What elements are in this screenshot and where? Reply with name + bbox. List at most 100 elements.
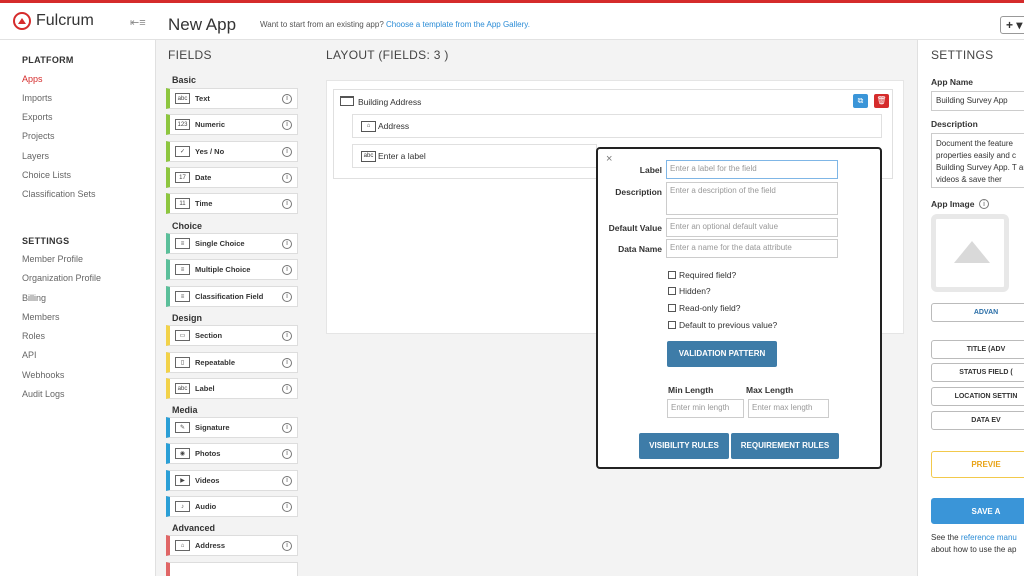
field-type-time[interactable]: 11 Time i	[166, 193, 298, 214]
info-icon[interactable]: i	[282, 291, 292, 302]
default-value-input[interactable]: Enter an optional default value	[666, 218, 838, 237]
fulcrum-logo[interactable]: Fulcrum	[13, 12, 94, 30]
info-icon[interactable]: i	[282, 383, 292, 394]
info-icon[interactable]: i	[282, 198, 292, 209]
default-value-label: Default Value	[608, 223, 662, 233]
text-field-row[interactable]: abc Enter a label	[352, 144, 597, 168]
info-icon[interactable]: i	[282, 357, 292, 368]
brand-name: Fulcrum	[36, 12, 94, 29]
max-length-label: Max Length	[746, 385, 794, 395]
preview-button[interactable]: PREVIE	[931, 451, 1024, 478]
checkbox-box[interactable]	[668, 321, 676, 329]
info-icon[interactable]: i	[282, 475, 292, 486]
info-icon[interactable]: i	[282, 448, 292, 459]
label-input[interactable]: Enter a label for the field	[666, 160, 838, 179]
field-type-text[interactable]: abc Text i	[166, 88, 298, 109]
title-advanced-button[interactable]: TITLE (ADV	[931, 340, 1024, 359]
info-icon[interactable]: i	[282, 119, 292, 130]
default-previous-checkbox[interactable]: Default to previous value?	[668, 320, 777, 330]
field-type-repeatable[interactable]: ▯ Repeatable i	[166, 352, 298, 373]
sidebar-item-roles[interactable]: Roles	[22, 331, 45, 341]
camera-icon: ◉	[175, 448, 190, 459]
checkbox-box[interactable]	[668, 271, 676, 279]
description-label: Description	[931, 119, 978, 129]
collapse-sidebar-icon[interactable]: ⇤≡	[130, 16, 146, 29]
field-type-label: Signature	[195, 423, 230, 432]
advanced-button[interactable]: ADVAN	[931, 303, 1024, 322]
app-gallery-link[interactable]: Choose a template from the App Gallery.	[386, 20, 530, 29]
info-icon[interactable]: i	[282, 172, 292, 183]
info-icon[interactable]: i	[282, 501, 292, 512]
sidebar-item-organization-profile[interactable]: Organization Profile	[22, 273, 101, 283]
sidebar-item-billing[interactable]: Billing	[22, 293, 46, 303]
sidebar-item-projects[interactable]: Projects	[22, 131, 55, 141]
duplicate-button[interactable]: ⧉	[853, 94, 868, 108]
info-icon[interactable]: i	[282, 238, 292, 249]
field-type-address[interactable]: ⌂ Address i	[166, 535, 298, 556]
field-type-numeric[interactable]: 123 Numeric i	[166, 114, 298, 135]
sidebar-item-api[interactable]: API	[22, 350, 37, 360]
field-type-label[interactable]: abc Label i	[166, 378, 298, 399]
requirement-rules-button[interactable]: REQUIREMENT RULES	[731, 433, 839, 459]
sidebar-item-members[interactable]: Members	[22, 312, 60, 322]
field-type-label: Numeric	[195, 120, 226, 129]
sidebar-item-apps[interactable]: Apps	[22, 74, 43, 84]
sidebar-item-choice-lists[interactable]: Choice Lists	[22, 170, 71, 180]
field-type-multiple-choice[interactable]: ≡ Multiple Choice i	[166, 259, 298, 280]
field-type-label: Label	[195, 384, 215, 393]
info-icon[interactable]: i	[979, 199, 989, 209]
app-image-upload[interactable]	[931, 214, 1009, 292]
close-icon[interactable]: ×	[606, 153, 612, 165]
field-type-next[interactable]	[166, 562, 298, 576]
add-menu-button[interactable]: + ▾	[1000, 16, 1024, 34]
info-icon[interactable]: i	[282, 422, 292, 433]
app-name-input[interactable]: Building Survey App	[931, 91, 1024, 111]
field-type-videos[interactable]: ▶ Videos i	[166, 470, 298, 491]
folder-icon	[340, 96, 354, 106]
info-icon[interactable]: i	[282, 146, 292, 157]
description-input[interactable]: Enter a description of the field	[666, 182, 838, 215]
address-field-row[interactable]: ⌂ Address	[352, 114, 882, 138]
visibility-rules-button[interactable]: VISIBILITY RULES	[639, 433, 729, 459]
field-label: Address	[378, 121, 410, 131]
gallery-prompt: Want to start from an existing app? Choo…	[260, 20, 530, 29]
reference-manual-link[interactable]: reference manu	[961, 533, 1017, 542]
save-app-button[interactable]: SAVE A	[931, 498, 1024, 524]
data-name-label: Data Name	[618, 244, 662, 254]
data-name-input[interactable]: Enter a name for the data attribute	[666, 239, 838, 258]
info-icon[interactable]: i	[282, 540, 292, 551]
read-only-checkbox[interactable]: Read-only field?	[668, 303, 740, 313]
info-icon[interactable]: i	[282, 330, 292, 341]
sidebar-item-member-profile[interactable]: Member Profile	[22, 254, 83, 264]
validation-pattern-button[interactable]: VALIDATION PATTERN	[667, 341, 777, 367]
max-length-input[interactable]: Enter max length	[748, 399, 829, 418]
delete-button[interactable]: 🗑	[874, 94, 889, 108]
field-type-photos[interactable]: ◉ Photos i	[166, 443, 298, 464]
hidden-checkbox[interactable]: Hidden?	[668, 286, 711, 296]
sidebar-item-imports[interactable]: Imports	[22, 93, 52, 103]
field-type-yes-no[interactable]: ✓ Yes / No i	[166, 141, 298, 162]
sidebar-item-webhooks[interactable]: Webhooks	[22, 370, 64, 380]
checkbox-box[interactable]	[668, 304, 676, 312]
field-type-classification[interactable]: ≡ Classification Field i	[166, 286, 298, 307]
app-description-input[interactable]: Document the feature properties easily a…	[931, 133, 1024, 188]
field-type-signature[interactable]: ✎ Signature i	[166, 417, 298, 438]
field-type-single-choice[interactable]: ≡ Single Choice i	[166, 233, 298, 254]
min-length-input[interactable]: Enter min length	[667, 399, 744, 418]
settings-heading: SETTINGS	[22, 236, 70, 246]
info-icon[interactable]: i	[282, 93, 292, 104]
sidebar-item-exports[interactable]: Exports	[22, 112, 53, 122]
field-type-date[interactable]: 17 Date i	[166, 167, 298, 188]
sidebar-item-layers[interactable]: Layers	[22, 151, 49, 161]
required-checkbox[interactable]: Required field?	[668, 270, 736, 280]
status-field-button[interactable]: STATUS FIELD (	[931, 363, 1024, 382]
checkbox-box[interactable]	[668, 287, 676, 295]
field-type-section[interactable]: ▭ Section i	[166, 325, 298, 346]
sidebar-item-audit-logs[interactable]: Audit Logs	[22, 389, 65, 399]
field-type-audio[interactable]: ♪ Audio i	[166, 496, 298, 517]
data-events-button[interactable]: DATA EV	[931, 411, 1024, 430]
sidebar-item-classification-sets[interactable]: Classification Sets	[22, 189, 96, 199]
info-icon[interactable]: i	[282, 264, 292, 275]
location-settings-button[interactable]: LOCATION SETTIN	[931, 387, 1024, 406]
signature-icon: ✎	[175, 422, 190, 433]
